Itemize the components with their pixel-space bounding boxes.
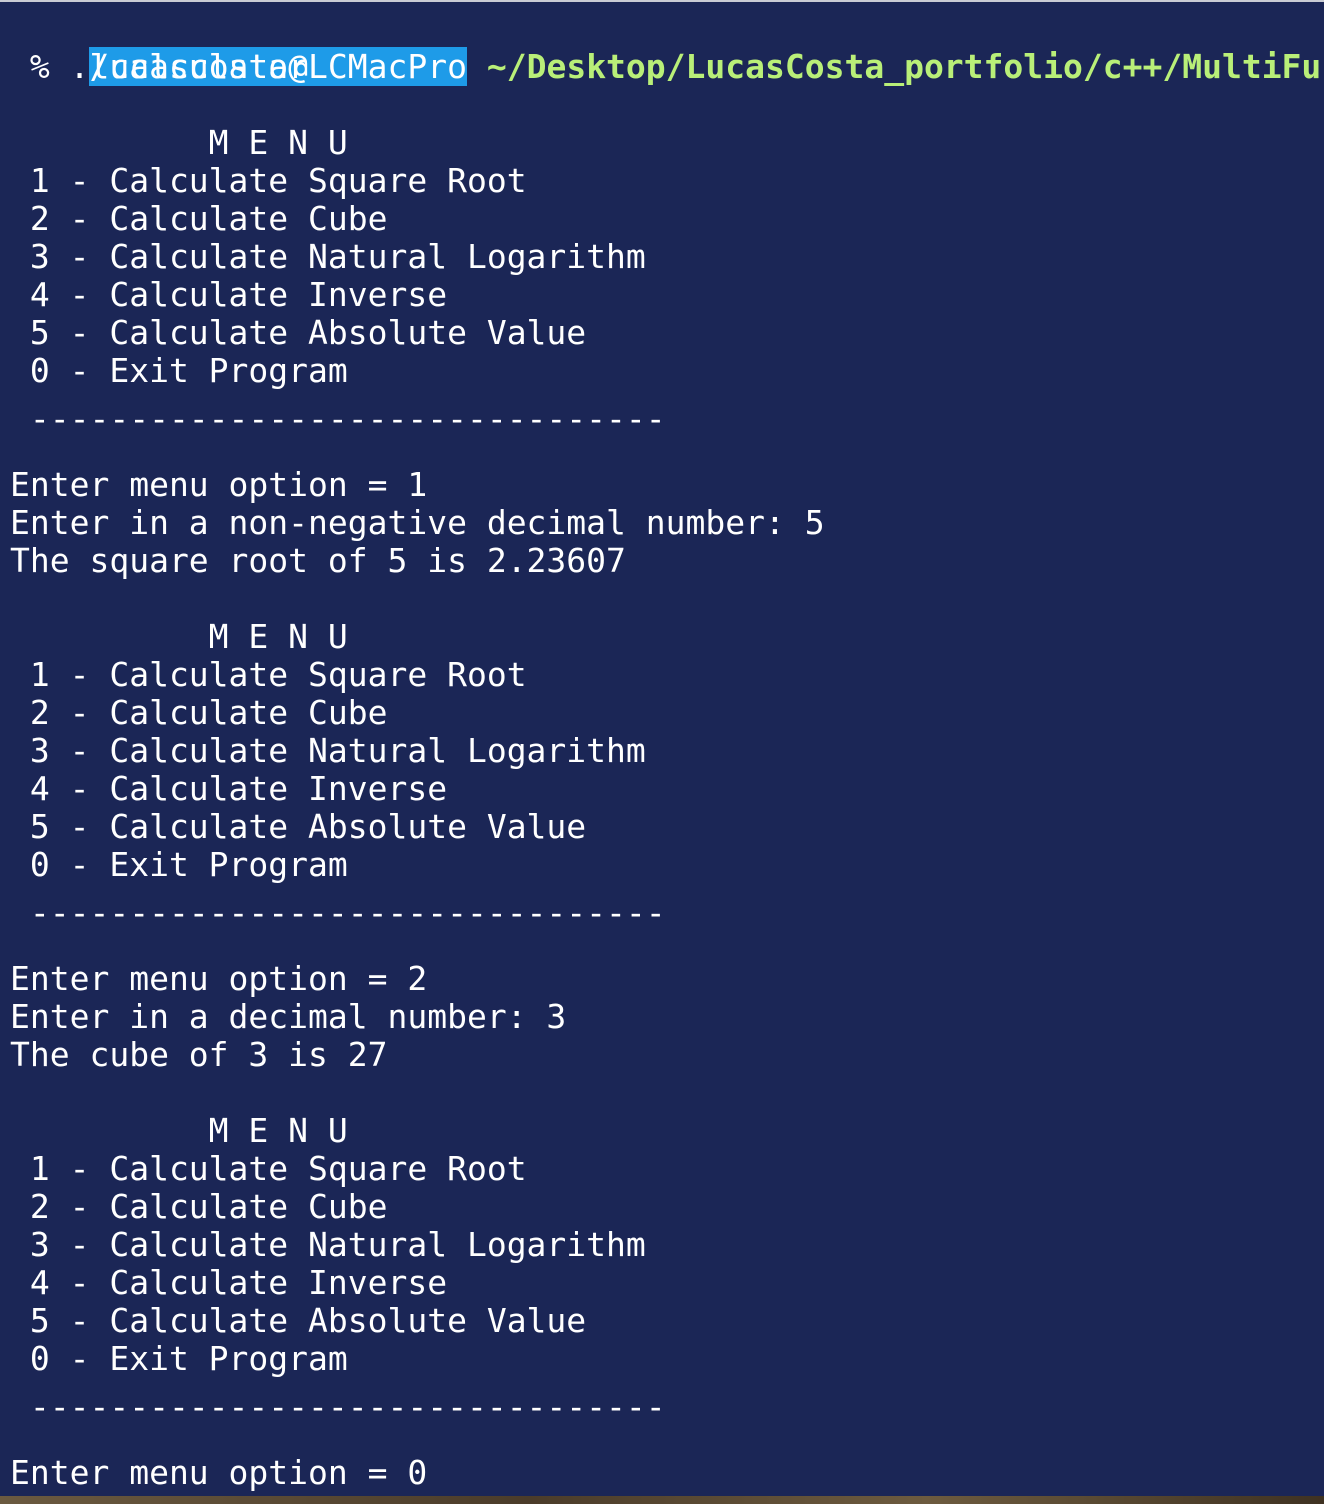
menu-item: 3 - Calculate Natural Logarithm: [10, 1225, 646, 1264]
final-option-line: Enter menu option = 0: [10, 1453, 428, 1492]
desktop-background: [0, 1496, 1324, 1504]
input-line: Enter in a decimal number: 3: [10, 997, 567, 1036]
result-line: The cube of 3 is 27: [10, 1035, 388, 1074]
menu-title: M E N U: [10, 617, 348, 656]
menu-item: 3 - Calculate Natural Logarithm: [10, 731, 646, 770]
menu-item: 1 - Calculate Square Root: [10, 161, 527, 200]
command-line: % ./calculator: [10, 47, 309, 86]
menu-item: 0 - Exit Program: [10, 351, 348, 390]
prompt-line: lucascosta@LCMacPro ~/Desktop/LucasCosta…: [10, 10, 1324, 86]
menu-item: 5 - Calculate Absolute Value: [10, 1301, 587, 1340]
menu-item: 2 - Calculate Cube: [10, 693, 388, 732]
menu-separator: --------------------------------: [10, 399, 666, 438]
menu-separator: --------------------------------: [10, 893, 666, 932]
input-line: Enter in a non-negative decimal number: …: [10, 503, 825, 542]
menu-item: 0 - Exit Program: [10, 845, 348, 884]
menu-item: 4 - Calculate Inverse: [10, 769, 448, 808]
menu-separator: --------------------------------: [10, 1387, 666, 1426]
menu-item: 2 - Calculate Cube: [10, 1187, 388, 1226]
prompt-path: ~/Desktop/LucasCosta_portfolio/c++/Multi…: [466, 47, 1324, 86]
menu-item: 0 - Exit Program: [10, 1339, 348, 1378]
terminal-window[interactable]: lucascosta@LCMacPro ~/Desktop/LucasCosta…: [0, 0, 1324, 1496]
menu-item: 4 - Calculate Inverse: [10, 275, 448, 314]
menu-item: 1 - Calculate Square Root: [10, 655, 527, 694]
menu-item: 3 - Calculate Natural Logarithm: [10, 237, 646, 276]
menu-item: 5 - Calculate Absolute Value: [10, 807, 587, 846]
menu-item: 1 - Calculate Square Root: [10, 1149, 527, 1188]
option-line: Enter menu option = 2: [10, 959, 428, 998]
menu-item: 2 - Calculate Cube: [10, 199, 388, 238]
menu-title: M E N U: [10, 1111, 348, 1150]
result-line: The square root of 5 is 2.23607: [10, 541, 626, 580]
option-line: Enter menu option = 1: [10, 465, 428, 504]
menu-item: 4 - Calculate Inverse: [10, 1263, 448, 1302]
menu-item: 5 - Calculate Absolute Value: [10, 313, 587, 352]
menu-title: M E N U: [10, 123, 348, 162]
